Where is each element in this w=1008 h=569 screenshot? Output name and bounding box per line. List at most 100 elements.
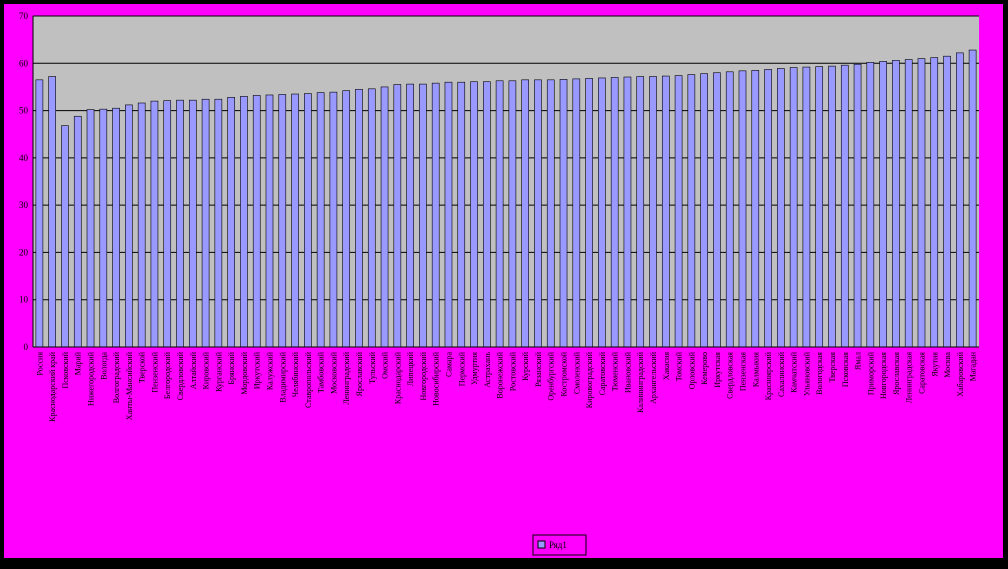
bar bbox=[802, 66, 811, 348]
legend-swatch bbox=[537, 540, 546, 549]
bar bbox=[534, 79, 542, 348]
x-tick-label: Ленинградский bbox=[342, 351, 351, 404]
bar bbox=[457, 81, 466, 348]
x-tick-label: Ярославский bbox=[355, 351, 364, 396]
x-tick-label: Ярославская bbox=[892, 352, 901, 395]
bar bbox=[789, 67, 798, 348]
bar bbox=[700, 73, 708, 348]
x-tick-label: Магадан bbox=[969, 351, 978, 381]
bar bbox=[86, 109, 95, 348]
bar bbox=[738, 70, 747, 348]
x-tick-label: Ленинградская bbox=[905, 352, 914, 404]
bar bbox=[674, 75, 683, 348]
x-tick-label: Калужский bbox=[266, 351, 275, 390]
x-tick-label: Краснодарский bbox=[393, 351, 402, 404]
bar bbox=[546, 79, 555, 348]
bar bbox=[687, 74, 696, 348]
bar bbox=[904, 59, 913, 348]
x-tick-label: Хабаровский bbox=[956, 351, 965, 396]
bar bbox=[419, 83, 427, 348]
x-tick-label: Сахалинский bbox=[777, 351, 786, 397]
x-tick-label: Московский bbox=[329, 351, 338, 394]
x-tick-label: Кировоградский bbox=[585, 351, 594, 408]
bar bbox=[879, 61, 887, 348]
x-tick-label: Ханты-Мансийский bbox=[125, 351, 134, 420]
x-tick-label: Липецкий bbox=[406, 351, 415, 386]
x-tick-label: Белгородский bbox=[163, 351, 172, 399]
legend-label: Ряд1 bbox=[549, 540, 567, 550]
bar bbox=[35, 79, 44, 348]
x-tick-label: Волгоградский bbox=[112, 351, 121, 403]
x-tick-label: Самара bbox=[444, 352, 453, 377]
bar bbox=[610, 77, 619, 348]
x-tick-label: Приморский bbox=[866, 351, 875, 395]
bar bbox=[751, 70, 760, 348]
x-tick-label: Иркутская bbox=[713, 352, 722, 388]
bar bbox=[764, 69, 772, 348]
x-tick-label: Кировский bbox=[202, 351, 211, 389]
x-tick-label: Свердловская bbox=[726, 352, 735, 399]
bar bbox=[585, 78, 593, 348]
x-tick-label: Владимирский bbox=[278, 351, 287, 402]
bar-chart: 0 10 20 30 40 50 60 70 Россия Краснодарский край… bbox=[0, 0, 1008, 564]
bar bbox=[598, 77, 606, 348]
bar bbox=[355, 88, 363, 348]
x-tick-label: Калмыкия bbox=[751, 352, 760, 387]
bar bbox=[840, 64, 849, 348]
y-tick-label: 0 bbox=[24, 342, 29, 352]
bar bbox=[470, 81, 478, 348]
bar bbox=[956, 52, 964, 348]
x-tick-label: Астрахань bbox=[483, 352, 492, 388]
x-tick-label: Марий bbox=[74, 351, 83, 375]
bar bbox=[252, 95, 261, 348]
x-tick-label: Тюменский bbox=[611, 351, 620, 391]
bar bbox=[188, 99, 197, 348]
x-tick-label: Удмуртия bbox=[470, 352, 479, 385]
chart-window: 0 10 20 30 40 50 60 70 Россия Краснодарский край… bbox=[0, 0, 1008, 564]
bar bbox=[943, 55, 951, 348]
bar bbox=[163, 100, 172, 348]
x-tick-label: Ставропольский bbox=[304, 351, 313, 408]
x-tick-label: Ямал bbox=[854, 352, 863, 370]
x-tick-label: Иркутский bbox=[253, 351, 262, 389]
x-tick-label: Тверской bbox=[138, 351, 147, 383]
x-tick-label: Камчатский bbox=[790, 351, 799, 393]
x-tick-label: Челябинский bbox=[291, 351, 300, 397]
bar bbox=[572, 78, 581, 348]
y-tick-label: 60 bbox=[19, 58, 29, 68]
bar bbox=[725, 71, 734, 348]
y-tick-label: 10 bbox=[19, 295, 29, 305]
bar bbox=[559, 79, 568, 348]
bar bbox=[828, 65, 836, 348]
x-tick-label: Нижегородский bbox=[87, 351, 96, 406]
bar bbox=[265, 94, 274, 348]
x-tick-label: Москва bbox=[943, 352, 952, 378]
x-tick-label: Новосибирский bbox=[432, 351, 441, 406]
x-tick-label: Новгородский bbox=[419, 351, 428, 400]
bar bbox=[661, 75, 670, 348]
bar bbox=[431, 82, 440, 348]
x-tick-label: Краснодарский край bbox=[48, 351, 57, 422]
x-tick-label: Тверская bbox=[828, 352, 837, 383]
x-tick-label: Калининградский bbox=[636, 351, 645, 413]
bar bbox=[380, 86, 389, 348]
y-tick-label: 50 bbox=[19, 106, 29, 116]
bar bbox=[866, 62, 875, 348]
x-tick-label: Свердловский bbox=[176, 351, 185, 400]
bar bbox=[48, 76, 56, 348]
bar bbox=[342, 90, 351, 348]
bar bbox=[930, 57, 939, 348]
bar bbox=[214, 98, 223, 348]
x-tick-label: Саратовский bbox=[598, 351, 607, 395]
x-tick-label: Мордовский bbox=[240, 351, 249, 394]
bar bbox=[815, 66, 824, 348]
y-tick-label: 20 bbox=[19, 247, 29, 257]
x-tick-label: Брянский bbox=[227, 351, 236, 384]
x-tick-label: Новгородская bbox=[879, 352, 888, 399]
bar bbox=[304, 93, 312, 348]
x-tick-label: Курганский bbox=[214, 351, 223, 392]
bar bbox=[508, 80, 517, 348]
bar bbox=[444, 81, 453, 348]
bar bbox=[406, 83, 414, 348]
bar bbox=[917, 58, 926, 348]
